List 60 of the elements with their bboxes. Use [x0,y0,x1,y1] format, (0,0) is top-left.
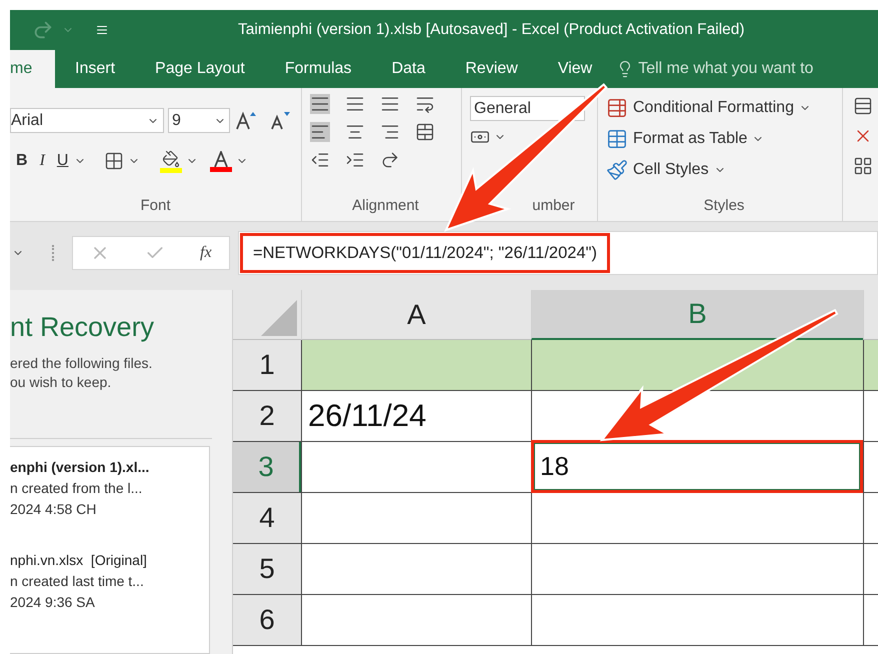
font-color-icon[interactable] [210,150,232,172]
divider-dots-icon [52,245,54,261]
column-header[interactable]: B [531,290,863,340]
file-note: n created last time t... [10,572,145,591]
panel-text: ered the following files. [10,354,154,373]
font-size-field[interactable]: 9 [168,108,230,133]
ribbon-tab[interactable]: Page Layout [135,50,265,88]
file-note: n created from the l... [10,479,144,498]
row-header[interactable]: 4 [233,493,301,543]
formula-field[interactable]: =NETWORKDAYS("01/11/2024"; "26/11/2024") [238,231,878,275]
underline-button[interactable]: U [56,149,68,173]
align-left-icon[interactable] [310,122,330,142]
group-label: Font [140,196,170,216]
row-header[interactable]: 1 [233,340,301,390]
ribbon-tab[interactable]: View [538,50,612,88]
font-name-field[interactable]: Arial [10,108,164,133]
table-cell[interactable] [531,340,863,390]
borders-icon[interactable] [104,151,124,171]
row-header[interactable]: 3 [233,442,301,492]
row-header[interactable]: 2 [233,391,301,441]
styles-menu-button[interactable]: Conditional Formatting [606,96,842,120]
panel-title: nt Recovery [10,311,156,344]
row-header[interactable]: 6 [233,595,301,645]
styles-menu-button[interactable]: Format as Table [606,127,842,151]
styles-menu-button[interactable]: Cell Styles [606,158,842,182]
insert-cells-icon[interactable] [853,96,873,116]
merge-icon[interactable] [415,122,435,142]
file-name[interactable]: enphi (version 1).xl... [10,457,209,478]
ribbon-tab[interactable]: Insert [55,50,136,88]
ribbon-tab[interactable]: Data [372,50,446,88]
file-time: 2024 4:58 CH [10,500,98,519]
format-cells-icon[interactable] [853,156,873,176]
italic-button[interactable]: I [40,149,45,173]
customize-icon[interactable] [96,24,108,36]
table-icon [606,97,628,119]
panel-text: ou wish to keep. [10,373,112,392]
bold-button[interactable]: B [16,149,28,173]
tell-me-field[interactable]: Tell me what you want to [616,50,814,88]
table-icon [606,128,628,150]
file-time: 2024 9:36 SA [10,593,96,612]
fill-color-icon[interactable] [160,150,182,172]
insert-function-button[interactable]: fx [200,241,212,265]
brush-icon [606,159,628,181]
group-label: Alignment [352,196,419,216]
ribbon-tab[interactable]: me [10,50,55,88]
top-align-icon[interactable] [310,94,330,114]
file-name[interactable]: nphi.vn.xlsx [Original] [10,550,209,571]
grow-font-icon[interactable] [234,110,256,130]
table-cell[interactable] [301,340,531,390]
window-title: Taimienphi (version 1).xlsb [Autosaved] - Excel (Product Activation Failed) [238,20,745,40]
group-label: Styles [704,196,744,216]
formula-text: =NETWORKDAYS("01/11/2024"; "26/11/2024") [253,242,597,264]
orientation-icon[interactable] [380,150,400,170]
table-cell[interactable] [863,340,878,390]
ribbon-tab[interactable]: Formulas [264,50,372,88]
active-cell[interactable]: 18 [534,443,860,490]
group-label: umber [532,196,575,216]
row-header[interactable]: 5 [233,544,301,594]
number-format-field[interactable]: General [470,96,585,121]
ribbon-tab[interactable]: Review [445,50,538,88]
